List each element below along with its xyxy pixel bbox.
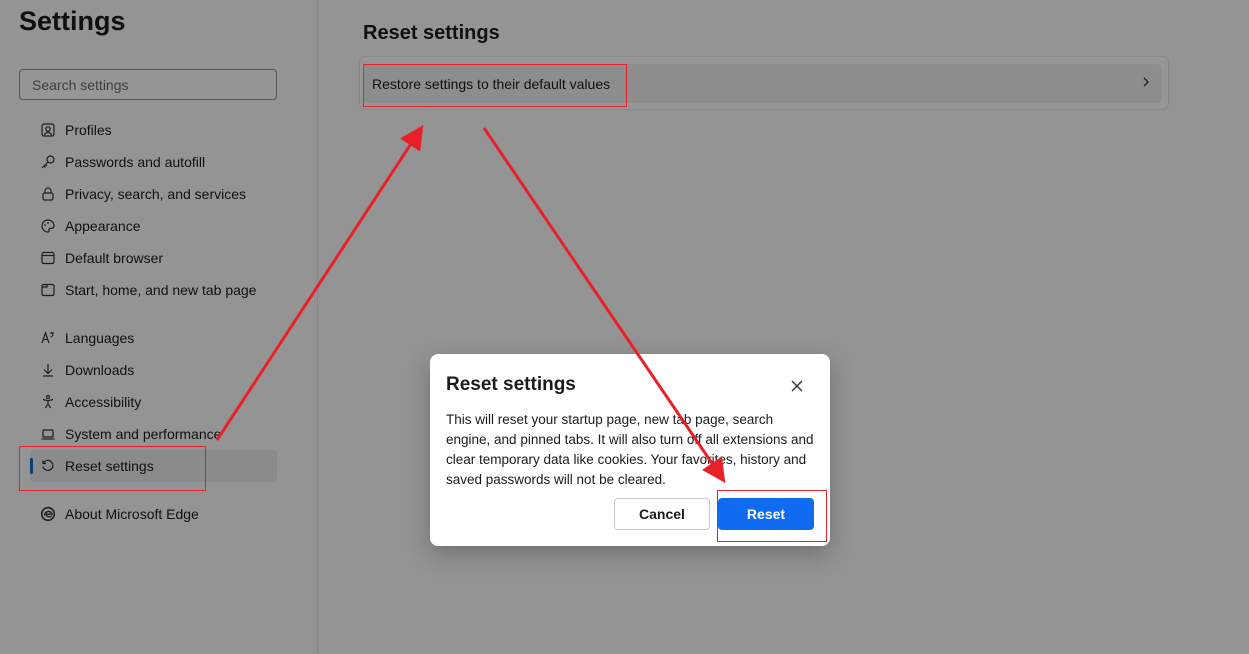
arrow-to-reset-button xyxy=(482,127,726,483)
annotation-arrows xyxy=(215,124,726,483)
arrow-to-restore-row xyxy=(215,124,424,441)
